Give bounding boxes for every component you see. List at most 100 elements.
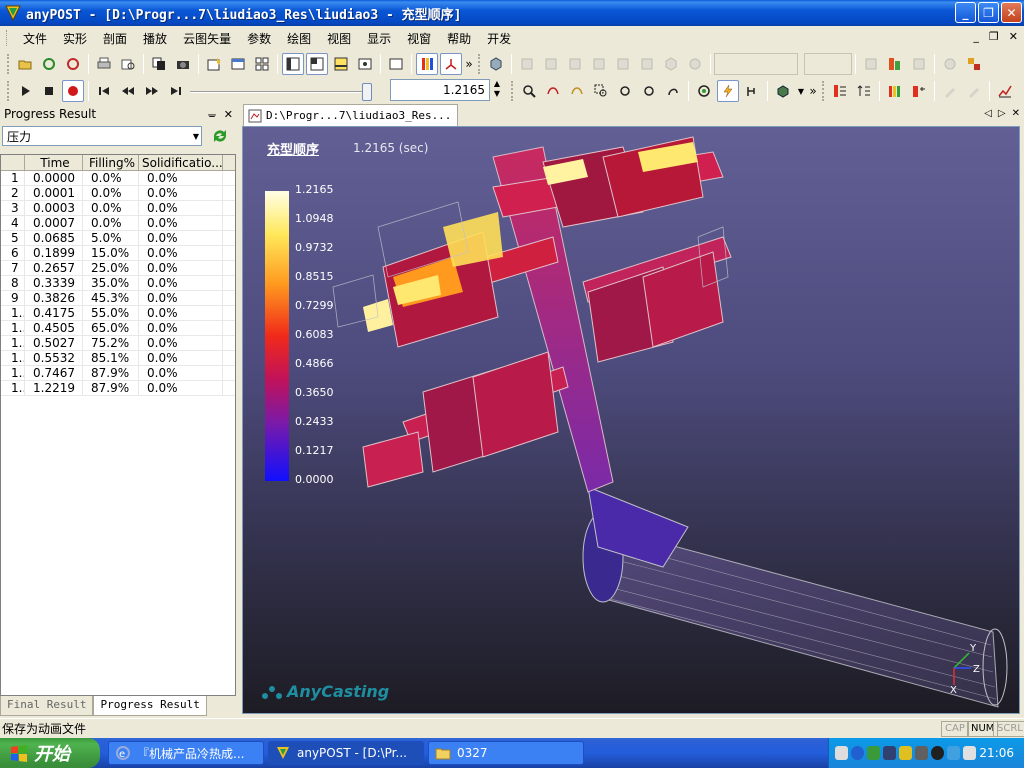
- table-row[interactable]: 6 0.1899 15.0% 0.0%: [1, 246, 235, 261]
- network-icon[interactable]: [867, 746, 881, 760]
- fast-forward-icon[interactable]: [141, 80, 163, 102]
- menu-window[interactable]: 视窗: [399, 28, 439, 49]
- ime-icon[interactable]: [963, 746, 977, 760]
- refresh-results-icon[interactable]: [210, 126, 230, 146]
- table-row[interactable]: 1 0.0000 0.0% 0.0%: [1, 171, 235, 186]
- more-chevron-icon-2[interactable]: »: [808, 80, 818, 102]
- toolbar-grip-4[interactable]: [511, 81, 514, 101]
- table-row[interactable]: 1.. 0.4505 65.0% 0.0%: [1, 321, 235, 336]
- print-preview-icon[interactable]: [117, 53, 139, 75]
- line-chart-icon[interactable]: [994, 80, 1016, 102]
- col-time[interactable]: Time: [25, 155, 83, 170]
- legend-icon[interactable]: [829, 80, 851, 102]
- zoom-fit-icon[interactable]: [518, 80, 540, 102]
- table-row[interactable]: 1.. 0.4175 55.0% 0.0%: [1, 306, 235, 321]
- menu-display[interactable]: 显示: [359, 28, 399, 49]
- first-frame-icon[interactable]: [93, 80, 115, 102]
- close-button[interactable]: ✕: [1001, 2, 1022, 23]
- display-icon[interactable]: [883, 746, 897, 760]
- refresh-icon[interactable]: [62, 53, 84, 75]
- zoom-window-icon[interactable]: [590, 80, 612, 102]
- rotate-x-icon[interactable]: [614, 80, 636, 102]
- tab-close-icon[interactable]: ✕: [1012, 108, 1020, 119]
- table-row[interactable]: 9 0.3826 45.3% 0.0%: [1, 291, 235, 306]
- stop-icon[interactable]: [38, 80, 60, 102]
- menu-plot[interactable]: 绘图: [279, 28, 319, 49]
- bars-icon[interactable]: [884, 80, 906, 102]
- layout-left-icon[interactable]: [282, 53, 304, 75]
- rotate-free-icon[interactable]: [542, 80, 564, 102]
- menu-develop[interactable]: 开发: [479, 28, 519, 49]
- keyboard-icon[interactable]: [835, 746, 849, 760]
- window-settings-icon[interactable]: [227, 53, 249, 75]
- minimize-button[interactable]: _: [955, 2, 976, 23]
- copy-icon[interactable]: [148, 53, 170, 75]
- toolbar-grip-3[interactable]: [7, 81, 10, 101]
- shape-icon[interactable]: [772, 80, 794, 102]
- restore-button[interactable]: ❐: [978, 2, 999, 23]
- table-row[interactable]: 3 0.0003 0.0% 0.0%: [1, 201, 235, 216]
- variable-select[interactable]: 压力 ▼: [2, 126, 202, 146]
- table-row[interactable]: 4 0.0007 0.0% 0.0%: [1, 216, 235, 231]
- clock[interactable]: 21:06: [979, 746, 1024, 760]
- table-row[interactable]: 1.. 0.7467 87.9% 0.0%: [1, 366, 235, 381]
- sort-icon[interactable]: [853, 80, 875, 102]
- panel-close-icon[interactable]: ✕: [224, 108, 233, 121]
- time-slider[interactable]: [190, 82, 380, 102]
- more-chevron-icon[interactable]: »: [464, 53, 474, 75]
- rewind-icon[interactable]: [117, 80, 139, 102]
- open-icon[interactable]: [14, 53, 36, 75]
- menu-section[interactable]: 剖面: [95, 28, 135, 49]
- start-button[interactable]: 开始: [0, 738, 100, 768]
- tray-expand-icon[interactable]: [851, 746, 865, 760]
- table-row[interactable]: 2 0.0001 0.0% 0.0%: [1, 186, 235, 201]
- single-view-icon[interactable]: [385, 53, 407, 75]
- pin-icon[interactable]: ᚚ: [208, 108, 216, 121]
- menu-view[interactable]: 视图: [319, 28, 359, 49]
- mdi-minimize-button[interactable]: _: [973, 30, 979, 43]
- document-tab[interactable]: D:\Progr...7\liudiao3_Res...: [243, 104, 459, 126]
- col-solidification[interactable]: Solidificatio...: [139, 155, 223, 170]
- gate-icon[interactable]: [741, 80, 763, 102]
- task-browser[interactable]: e 『机械产品冷热成...: [108, 741, 264, 765]
- toolbar-grip-5[interactable]: [822, 81, 825, 101]
- tab-scroll-right-icon[interactable]: ▷: [998, 108, 1006, 119]
- tab-scroll-left-icon[interactable]: ◁: [984, 108, 992, 119]
- rotate-z-icon[interactable]: [662, 80, 684, 102]
- col-filling[interactable]: Filling%: [83, 155, 139, 170]
- fullscreen-icon[interactable]: [354, 53, 376, 75]
- task-anypost[interactable]: anyPOST - [D:\Pr...: [268, 741, 424, 765]
- layout-bottom-icon[interactable]: [330, 53, 352, 75]
- table-row[interactable]: 5 0.0685 5.0% 0.0%: [1, 231, 235, 246]
- target-icon[interactable]: [693, 80, 715, 102]
- menu-grip[interactable]: [6, 30, 9, 46]
- table-row[interactable]: 8 0.3339 35.0% 0.0%: [1, 276, 235, 291]
- qq-icon[interactable]: [931, 746, 945, 760]
- time-input[interactable]: 1.2165: [390, 79, 490, 101]
- last-frame-icon[interactable]: [165, 80, 187, 102]
- slider-thumb[interactable]: [362, 83, 372, 101]
- umbrella-icon[interactable]: [947, 746, 961, 760]
- menu-file[interactable]: 文件: [15, 28, 55, 49]
- probe-icon[interactable]: [884, 53, 906, 75]
- toolbar-grip-2[interactable]: [478, 54, 481, 74]
- table-row[interactable]: 7 0.2657 25.0% 0.0%: [1, 261, 235, 276]
- shape-dropdown-icon[interactable]: ▼: [796, 80, 806, 102]
- reload-icon[interactable]: [38, 53, 60, 75]
- col-index[interactable]: [1, 155, 25, 170]
- table-row[interactable]: 1.. 0.5027 75.2% 0.0%: [1, 336, 235, 351]
- color-bar-icon[interactable]: [416, 53, 438, 75]
- chevron-down-icon[interactable]: ▼: [193, 132, 199, 141]
- 3d-viewport[interactable]: 充型顺序 1.2165 (sec) 1.2165 1.0948 0.9732 0…: [242, 126, 1020, 714]
- toolbar-grip[interactable]: [7, 54, 10, 74]
- mdi-close-button[interactable]: ✕: [1009, 30, 1018, 43]
- speaker-icon[interactable]: [915, 746, 929, 760]
- app-icon[interactable]: [4, 4, 22, 22]
- camera-icon[interactable]: [172, 53, 194, 75]
- menu-solid[interactable]: 实形: [55, 28, 95, 49]
- menu-parameters[interactable]: 参数: [239, 28, 279, 49]
- menu-contour-vector[interactable]: 云图矢量: [175, 28, 239, 49]
- mdi-restore-button[interactable]: ❐: [989, 30, 999, 43]
- print-icon[interactable]: [93, 53, 115, 75]
- rotate-y-icon[interactable]: [638, 80, 660, 102]
